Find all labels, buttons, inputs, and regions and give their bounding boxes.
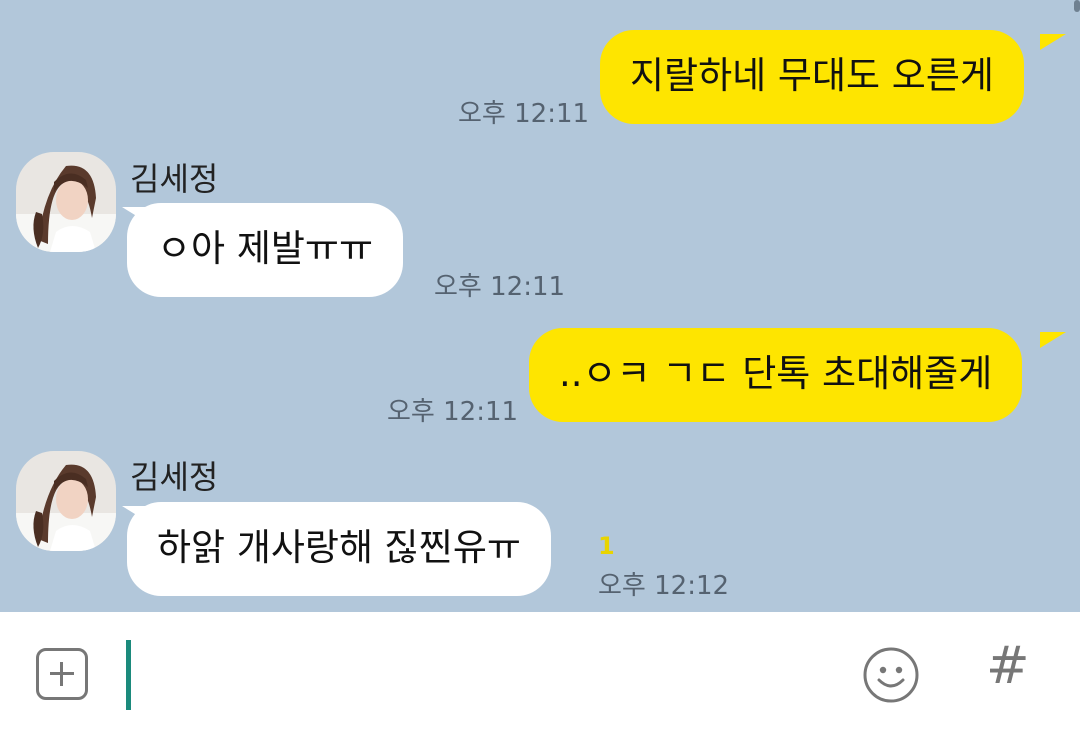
message-text: 지랄하네 무대도 오른게 [630,54,994,97]
sender-name: 김세정 [130,160,219,198]
plus-square-icon[interactable] [36,648,88,700]
unread-count: 1 [598,532,615,560]
hashtag-icon[interactable]: # [986,636,1030,696]
sent-message-bubble[interactable]: 지랄하네 무대도 오른게 [600,30,1024,124]
message-input-caret[interactable] [126,640,131,710]
message-time: 오후 12:11 [458,99,590,129]
message-time: 오후 12:11 [434,272,566,302]
scrollbar-thumb[interactable] [1074,0,1080,12]
sent-message-bubble[interactable]: ..ㅇㅋ ㄱㄷ 단톡 초대해줄게 [529,328,1023,422]
smiley-icon[interactable] [862,646,920,704]
bubble-tail [1040,34,1066,50]
message-input-bar: # [0,612,1080,737]
avatar[interactable] [16,152,116,252]
message-time: 오후 12:12 [598,571,730,601]
message-text: 하앍 개사랑해 짆찐유ㅠ [157,526,521,569]
sender-name: 김세정 [130,458,219,496]
chat-area[interactable]: 오후 12:11 지랄하네 무대도 오른게 김세정 ㅇ아 제발ㅠㅠ 오후 12:… [0,0,1080,612]
profile-photo [16,152,116,252]
avatar[interactable] [16,451,116,551]
received-message-bubble[interactable]: ㅇ아 제발ㅠㅠ [127,203,404,297]
message-time: 오후 12:11 [387,397,519,427]
bubble-tail [1040,332,1066,348]
message-text: ㅇ아 제발ㅠㅠ [157,227,374,270]
received-message-bubble[interactable]: 하앍 개사랑해 짆찐유ㅠ [127,502,551,596]
message-text: ..ㅇㅋ ㄱㄷ 단톡 초대해줄게 [559,352,993,395]
profile-photo [16,451,116,551]
